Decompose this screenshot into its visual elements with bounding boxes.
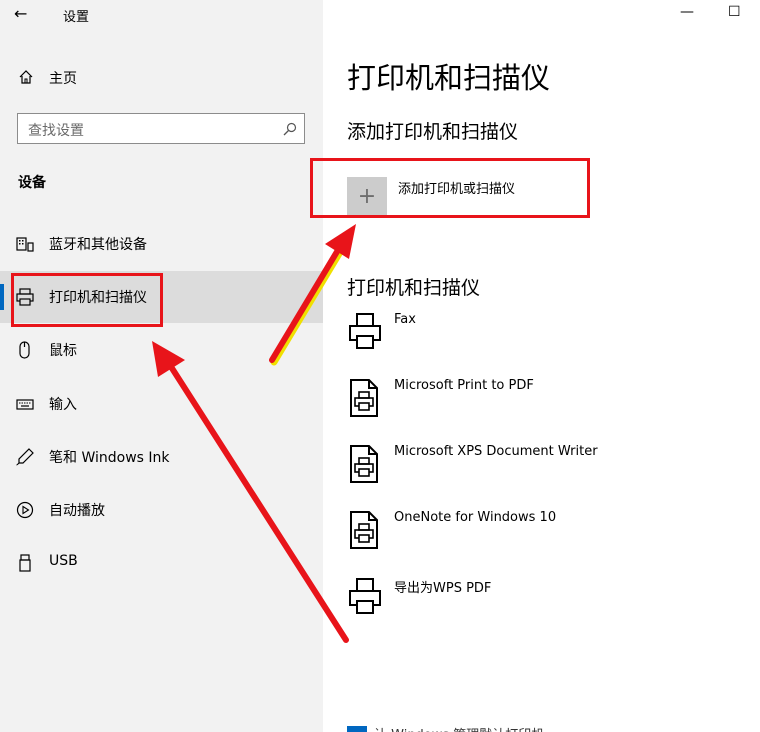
printer-name: Microsoft XPS Document Writer [394,444,598,459]
back-arrow-icon[interactable]: ← [14,4,27,24]
page-title: 打印机和扫描仪 [347,61,551,95]
sidebar-item-label: 笔和 Windows Ink [49,450,170,466]
printer-name: Microsoft Print to PDF [394,378,534,393]
arrowhead-add [325,224,356,259]
sidebar-item-label: 主页 [49,71,77,87]
printer-icon [349,313,381,349]
sidebar-item-label: USB [49,553,78,569]
sidebar-item-home[interactable]: 主页 [0,60,323,96]
printers-section-title: 打印机和扫描仪 [347,277,481,299]
printer-item-fax[interactable]: Fax [340,312,640,372]
sidebar-item-mouse[interactable]: 鼠标 [0,324,323,376]
keyboard-icon [16,399,34,410]
usb-icon [19,554,31,572]
document-printer-icon [350,445,378,483]
sidebar-item-label: 鼠标 [49,343,77,359]
minimize-button[interactable]: — [680,4,694,20]
sidebar-item-printers[interactable]: 打印机和扫描仪 [0,271,323,323]
printer-name: Fax [394,312,416,327]
maximize-button[interactable]: ☐ [728,4,741,20]
sidebar-item-autoplay[interactable]: 自动播放 [0,484,323,536]
plus-icon: + [357,184,377,209]
autoplay-icon [16,501,34,519]
search-icon [283,122,297,136]
sidebar-item-pen[interactable]: 笔和 Windows Ink [0,431,323,483]
printer-name: 导出为WPS PDF [394,581,492,596]
add-section-title: 添加打印机和扫描仪 [347,121,519,143]
printer-name: OneNote for Windows 10 [394,510,557,525]
add-printer-label[interactable]: 添加打印机或扫描仪 [398,178,515,197]
sidebar-item-usb[interactable]: USB [0,537,323,589]
printer-item-wps[interactable]: 导出为WPS PDF [340,577,640,637]
pen-icon [16,448,34,466]
mouse-icon [19,341,30,359]
default-printer-label: 让 Windows 管理默认打印机 [374,724,544,732]
document-printer-icon [350,379,378,417]
search-input[interactable]: 查找设置 [17,113,305,144]
bluetooth-devices-icon [16,237,34,252]
sidebar-item-label: 自动播放 [49,503,105,519]
sidebar-item-bluetooth[interactable]: 蓝牙和其他设备 [0,218,323,270]
settings-sidebar: ← 设置 主页 查找设置 设备 蓝牙和其他设备 打印机和扫描仪 鼠标 输入 笔和… [0,0,323,732]
printer-icon [349,578,381,614]
home-icon [19,70,33,84]
printer-icon [16,288,34,306]
sidebar-item-typing[interactable]: 输入 [0,378,323,430]
document-printer-icon [350,511,378,549]
sidebar-item-label: 蓝牙和其他设备 [49,237,147,253]
printer-item-xps[interactable]: Microsoft XPS Document Writer [340,444,640,504]
search-placeholder: 查找设置 [28,123,84,139]
add-printer-button[interactable]: + [347,177,387,217]
sidebar-item-label: 输入 [49,397,77,413]
default-printer-checkbox[interactable] [347,726,367,732]
section-header-devices: 设备 [18,175,46,191]
sidebar-item-label: 打印机和扫描仪 [49,290,147,306]
printer-item-pdf[interactable]: Microsoft Print to PDF [340,378,640,438]
printer-item-onenote[interactable]: OneNote for Windows 10 [340,510,640,570]
window-title: 设置 [63,10,90,25]
